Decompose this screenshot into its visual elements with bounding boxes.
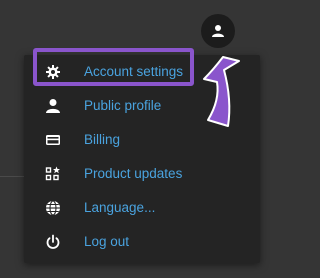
power-icon xyxy=(45,234,61,250)
menu-item-log-out[interactable]: Log out xyxy=(24,225,260,259)
menu-item-label: Public profile xyxy=(84,98,162,113)
globe-icon xyxy=(45,200,61,216)
account-dropdown-menu: Account settings Public profile Billing xyxy=(24,55,260,263)
user-icon xyxy=(45,98,61,114)
menu-item-public-profile[interactable]: Public profile xyxy=(24,89,260,123)
menu-item-billing[interactable]: Billing xyxy=(24,123,260,157)
account-menu-button[interactable] xyxy=(201,14,235,48)
gear-icon xyxy=(45,64,61,80)
credit-card-icon xyxy=(45,132,61,148)
menu-item-product-updates[interactable]: Product updates xyxy=(24,157,260,191)
menu-item-label: Billing xyxy=(84,132,121,147)
menu-item-label: Product updates xyxy=(84,166,183,181)
apps-star-icon xyxy=(45,166,61,182)
menu-item-label: Account settings xyxy=(84,64,184,79)
menu-item-language[interactable]: Language... xyxy=(24,191,260,225)
menu-item-label: Language... xyxy=(84,200,156,215)
user-icon xyxy=(212,25,224,37)
menu-item-account-settings[interactable]: Account settings xyxy=(24,55,260,89)
menu-item-label: Log out xyxy=(84,234,130,249)
